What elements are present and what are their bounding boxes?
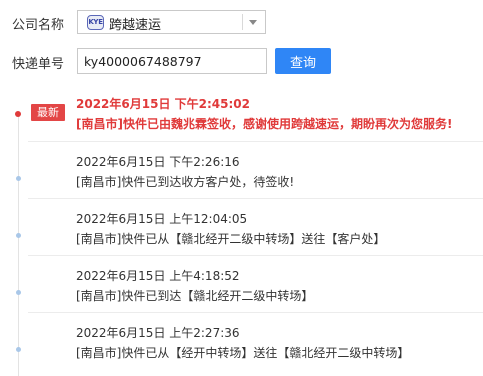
divider — [28, 255, 483, 256]
event-time: 2022年6月15日 下午2:45:02 — [76, 97, 250, 111]
timeline-dot — [16, 176, 21, 181]
event-desc: [南昌市]快件已从【赣北经开二级中转场】送往【客户处】 — [76, 232, 386, 246]
select-divider — [242, 14, 243, 30]
timeline-dot-latest — [15, 111, 21, 117]
company-select-value: 跨越速运 — [109, 18, 162, 33]
company-select[interactable]: KYE 跨越速运 — [77, 10, 266, 34]
event-desc: [南昌市]快件已从【经开中转场】送往【赣北经开二级中转场】 — [76, 346, 410, 360]
divider — [28, 312, 483, 313]
latest-badge: 最新 — [31, 104, 65, 121]
chevron-down-icon[interactable] — [249, 20, 257, 25]
divider — [28, 198, 483, 199]
event-time: 2022年6月15日 上午12:04:05 — [76, 212, 248, 226]
timeline-dot — [16, 233, 21, 238]
kye-logo-icon: KYE — [87, 15, 104, 30]
tracking-label: 快递单号 — [12, 57, 65, 72]
event-time: 2022年6月15日 上午4:18:52 — [76, 269, 240, 283]
event-desc: [南昌市]快件已由魏兆霖签收，感谢使用跨越速运，期盼再次为您服务! — [76, 117, 453, 131]
query-button[interactable]: 查询 — [275, 48, 331, 74]
tracking-number-input[interactable] — [77, 48, 267, 74]
timeline-dot — [16, 347, 21, 352]
timeline-line — [18, 116, 19, 376]
event-desc: [南昌市]快件已到达收方客户处，待签收! — [76, 175, 295, 189]
event-time: 2022年6月15日 下午2:26:16 — [76, 155, 240, 169]
timeline-dot — [16, 290, 21, 295]
event-time: 2022年6月15日 上午2:27:36 — [76, 326, 240, 340]
event-desc: [南昌市]快件已到达【赣北经开二级中转场】 — [76, 289, 314, 303]
divider — [28, 141, 483, 142]
company-label: 公司名称 — [12, 18, 65, 33]
tracking-timeline: 最新 2022年6月15日 下午2:45:02 [南昌市]快件已由魏兆霖签收，感… — [0, 86, 483, 376]
